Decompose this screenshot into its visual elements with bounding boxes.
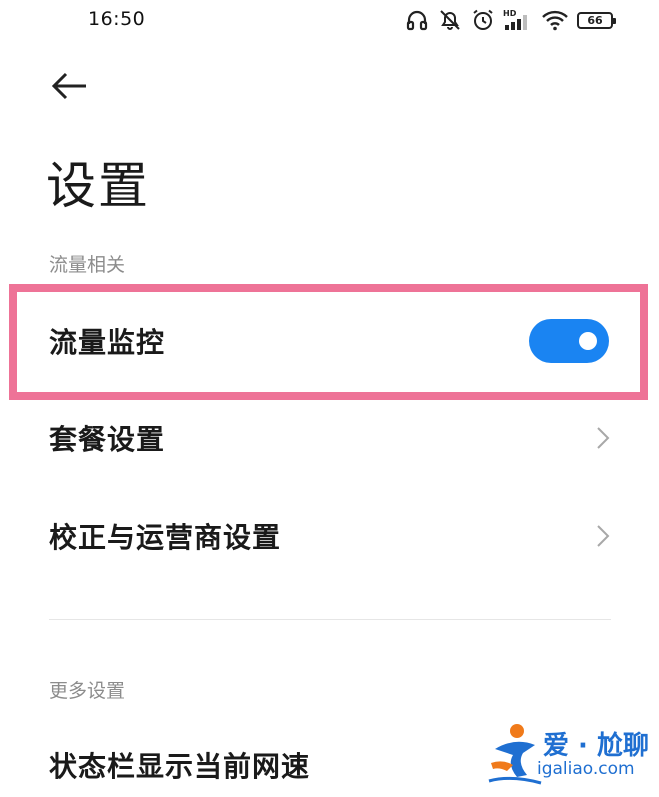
mute-icon (437, 8, 463, 32)
headphones-icon (405, 8, 429, 32)
back-button[interactable] (44, 66, 96, 110)
status-bar: 16:50 HD 66 (0, 0, 659, 40)
row-label: 流量监控 (49, 326, 166, 359)
battery-level: 66 (587, 13, 603, 27)
hd-label: HD (503, 9, 517, 18)
section-divider (49, 619, 611, 620)
row-label: 校正与运营商设置 (49, 521, 282, 554)
section-header-data-usage: 流量相关 (49, 254, 126, 276)
settings-page: 16:50 HD 66 设置 流量相关 流量监控 套餐设置 校正与运营商设置 更… (0, 0, 659, 797)
hd-signal-icon: HD (503, 8, 533, 32)
row-calibration-carrier-settings[interactable]: 校正与运营商设置 (0, 491, 659, 581)
wifi-icon (541, 8, 569, 32)
data-monitoring-toggle[interactable] (529, 319, 609, 363)
status-time: 16:50 (88, 8, 146, 30)
battery-indicator: 66 (577, 11, 616, 29)
status-icons: HD 66 (405, 6, 616, 34)
row-plan-settings[interactable]: 套餐设置 (0, 393, 659, 483)
section-header-more-settings: 更多设置 (49, 680, 126, 702)
page-title: 设置 (46, 157, 150, 215)
row-label: 套餐设置 (49, 423, 166, 456)
arrow-left-icon (50, 71, 90, 105)
alarm-icon (471, 8, 495, 32)
row-status-bar-network-speed[interactable]: 状态栏显示当前网速 (0, 720, 659, 797)
toggle-knob (579, 332, 597, 350)
chevron-right-icon (595, 425, 611, 451)
row-data-monitoring[interactable]: 流量监控 (0, 296, 659, 386)
row-label: 状态栏显示当前网速 (49, 750, 311, 783)
chevron-right-icon (595, 523, 611, 549)
